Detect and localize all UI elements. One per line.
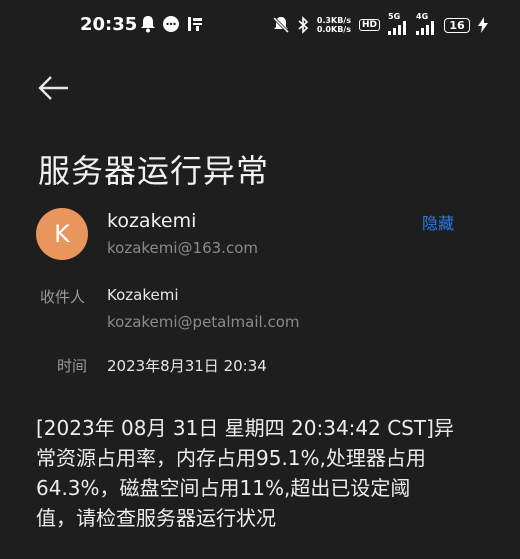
net-speed: 0.3KB/s 0.0KB/s (317, 16, 351, 34)
charging-icon (478, 17, 488, 33)
time-value: 2023年8月31日 20:34 (107, 357, 267, 375)
hide-details-button[interactable]: 隐藏 (422, 210, 454, 234)
time-label: 时间 (57, 357, 88, 375)
recipient-label: 收件人 (40, 288, 86, 306)
signal-4g-label: 4G (416, 12, 429, 21)
bluetooth-icon (298, 16, 308, 34)
sender-name: kozakemi (107, 210, 197, 232)
signal-4g: 4G (416, 12, 436, 37)
email-body-line: 值，请检查服务器运行状况 (36, 506, 276, 530)
email-subject: 服务器运行异常 (38, 152, 270, 190)
hd-badge: HD (358, 19, 380, 31)
email-body: [2023年 08月 31日 星期四 20:34:42 CST]异 常资源占用率… (36, 413, 488, 533)
recipient-email[interactable]: kozakemi@petalmail.com (107, 313, 300, 331)
mute-bell-icon (272, 16, 289, 34)
net-speed-up: 0.3KB/s (316, 16, 351, 25)
status-time: 20:35 (80, 14, 138, 35)
sender-email: kozakemi@163.com (107, 239, 258, 257)
signal-5g-label: 5G (388, 12, 401, 21)
signal-4g-icon (416, 21, 434, 35)
notification-icons (140, 15, 204, 33)
email-body-line: 64.3%，磁盘空间占用11%,超出已设定阈 (36, 476, 411, 500)
status-bar: 20:35 0.3KB/s 0.0KB/s HD 5G 4G 16 (0, 0, 520, 50)
net-speed-down: 0.0KB/s (316, 25, 351, 34)
signal-5g-icon (388, 21, 406, 35)
system-indicators: 0.3KB/s 0.0KB/s HD 5G 4G 16 (272, 12, 488, 37)
chat-bubble-icon (163, 16, 179, 32)
back-arrow-icon[interactable] (36, 72, 72, 104)
recipient-name[interactable]: Kozakemi (107, 286, 179, 304)
taobao-icon (188, 17, 202, 31)
sender-avatar[interactable]: K (36, 208, 88, 260)
bell-icon (141, 16, 155, 33)
battery-level: 16 (444, 17, 470, 33)
signal-5g: 5G (388, 12, 408, 37)
email-body-line: [2023年 08月 31日 星期四 20:34:42 CST]异 (36, 416, 454, 440)
email-body-line: 常资源占用率，内存占用95.1%,处理器占用 (36, 446, 426, 470)
